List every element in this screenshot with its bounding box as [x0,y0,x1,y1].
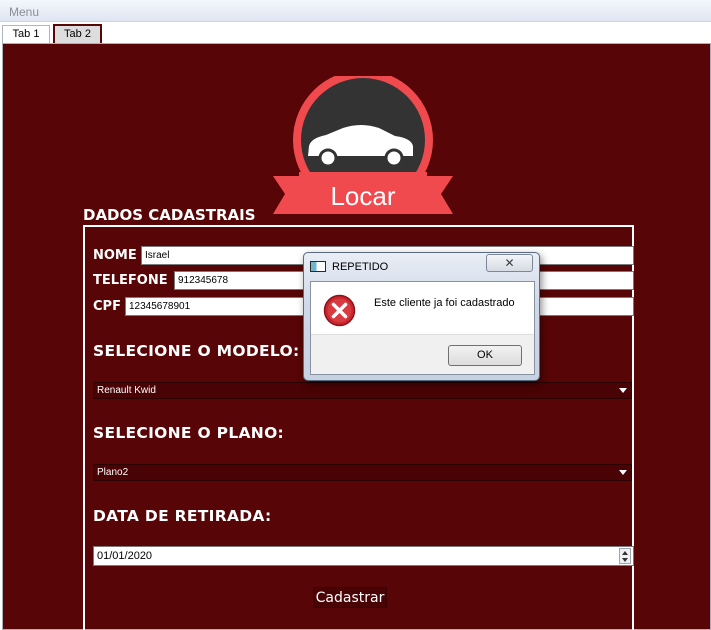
dialog-title: REPETIDO [332,261,389,273]
telefone-label: TELEFONE [93,273,168,288]
tab-2[interactable]: Tab 2 [53,24,102,44]
retirada-label: DATA DE RETIRADA: [93,507,272,525]
close-button[interactable]: ✕ [486,254,533,272]
dialog-titlebar[interactable]: REPETIDO ✕ [304,253,539,277]
plano-selected: Plano2 [97,467,129,478]
dialog-button-bar: OK [311,334,534,374]
cpf-label: CPF [93,299,121,314]
dados-cadastrais-title: DADOS CADASTRAIS [83,206,256,224]
modelo-select[interactable]: Renault Kwid [93,382,632,399]
spin-down-icon[interactable] [622,558,628,562]
app-window-icon [310,261,326,272]
menu-item[interactable]: Menu [9,5,39,19]
ok-button[interactable]: OK [448,345,522,366]
dialog-message: Este cliente ja foi cadastrado [374,297,515,309]
repetido-dialog: REPETIDO ✕ Este cliente ja foi cadastrad… [303,252,540,381]
logo-text: Locar [330,181,395,211]
plano-select[interactable]: Plano2 [93,464,632,481]
tab-1[interactable]: Tab 1 [2,25,50,44]
date-spinner[interactable] [619,548,631,564]
dialog-body: Este cliente ja foi cadastrado OK [310,281,535,375]
tab-strip: Tab 1 Tab 2 [0,22,711,44]
retirada-date-field[interactable]: 01/01/2020 [93,546,634,566]
locar-logo: Locar [273,76,453,214]
spin-up-icon[interactable] [622,551,628,555]
chevron-down-icon [619,470,627,475]
cadastrar-button[interactable]: Cadastrar [313,587,387,608]
close-icon: ✕ [504,256,515,270]
nome-label: NOME [93,248,137,263]
error-icon [323,294,356,327]
modelo-selected: Renault Kwid [97,385,156,396]
plano-label: SELECIONE O PLANO: [93,424,285,442]
chevron-down-icon [619,388,627,393]
retirada-date-value: 01/01/2020 [97,550,153,562]
modelo-label: SELECIONE O MODELO: [93,342,300,360]
menu-bar: Menu [0,0,711,22]
